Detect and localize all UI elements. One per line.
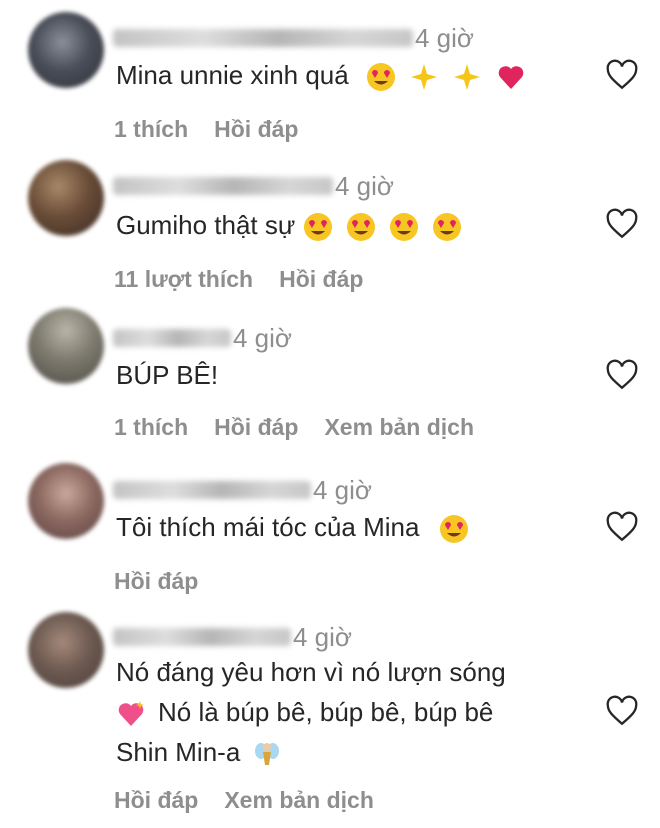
red-heart-icon: [498, 66, 523, 90]
heart-icon[interactable]: [605, 207, 639, 241]
like-count[interactable]: 1 thích: [114, 414, 188, 441]
sparkling-heart-icon: [118, 701, 144, 727]
avatar[interactable]: [28, 308, 104, 384]
timestamp: 4 giờ: [313, 474, 372, 505]
see-translation-button[interactable]: Xem bản dịch: [224, 787, 374, 814]
heart-eyes-icon: [389, 213, 418, 242]
see-translation-button[interactable]: Xem bản dịch: [324, 414, 474, 441]
comment-text-line: Nó đáng yêu hơn vì nó lượn sóng: [116, 657, 506, 687]
comment-actions: 1 thích Hồi đáp: [114, 116, 298, 143]
avatar[interactable]: [28, 160, 104, 236]
comment-text: BÚP BÊ!: [116, 360, 219, 390]
comment-text: Gumiho thật sự: [116, 205, 556, 245]
timestamp: 4 giờ: [293, 621, 352, 652]
timestamp: 4 giờ: [233, 322, 292, 353]
timestamp: 4 giờ: [415, 22, 474, 53]
comment-text-line: Nó là búp bê, búp bê, búp bê: [116, 692, 556, 732]
avatar[interactable]: [28, 612, 104, 688]
heart-eyes-icon: [439, 515, 468, 544]
username[interactable]: [113, 329, 231, 347]
sparkles-icon: [454, 64, 481, 91]
reply-button[interactable]: Hồi đáp: [114, 787, 198, 814]
comment-text: Nó đáng yêu hơn vì nó lượn sóng Nó là bú…: [116, 652, 556, 772]
username-row: 4 giờ: [113, 318, 292, 358]
comment-actions: Hồi đáp: [114, 568, 198, 595]
heart-icon[interactable]: [605, 510, 639, 544]
username[interactable]: [113, 628, 291, 646]
heart-eyes-icon: [433, 213, 462, 242]
username-row: 4 giờ: [113, 470, 372, 510]
heart-eyes-icon: [366, 63, 395, 92]
username[interactable]: [113, 177, 333, 195]
reply-button[interactable]: Hồi đáp: [214, 414, 298, 441]
heart-eyes-icon: [346, 213, 375, 242]
reply-button[interactable]: Hồi đáp: [214, 116, 298, 143]
fairy-icon: [254, 743, 279, 766]
timestamp: 4 giờ: [335, 170, 394, 201]
avatar[interactable]: [28, 12, 104, 88]
comment-actions: 11 lượt thích Hồi đáp: [114, 266, 363, 293]
username[interactable]: [113, 29, 413, 47]
comment-text: Tôi thích mái tóc của Mina: [116, 507, 556, 547]
like-count[interactable]: 11 lượt thích: [114, 266, 253, 293]
comment-text-line: Shin Min-a: [116, 732, 556, 772]
heart-icon[interactable]: [605, 358, 639, 392]
username-row: 4 giờ: [113, 18, 474, 58]
avatar[interactable]: [28, 463, 104, 539]
heart-icon[interactable]: [605, 694, 639, 728]
reply-button[interactable]: Hồi đáp: [114, 568, 198, 595]
like-count[interactable]: 1 thích: [114, 116, 188, 143]
sparkles-icon: [411, 64, 438, 91]
heart-icon[interactable]: [605, 58, 639, 92]
comment-actions: 1 thích Hồi đáp Xem bản dịch: [114, 414, 474, 441]
username[interactable]: [113, 481, 311, 499]
comment-actions: Hồi đáp Xem bản dịch: [114, 787, 374, 814]
heart-eyes-icon: [303, 213, 332, 242]
username-row: 4 giờ: [113, 617, 352, 657]
username-row: 4 giờ: [113, 166, 394, 206]
comment-text: Mina unnie xinh quá: [116, 55, 556, 95]
reply-button[interactable]: Hồi đáp: [279, 266, 363, 293]
